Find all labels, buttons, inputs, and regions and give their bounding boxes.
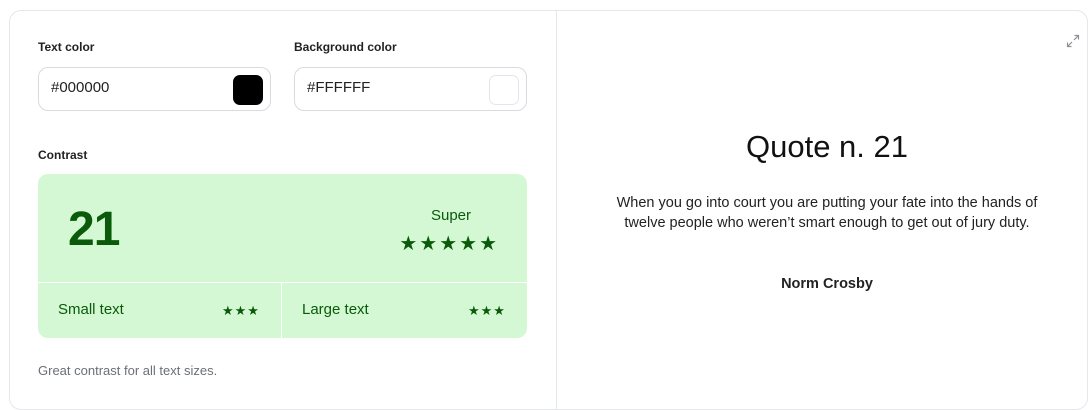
quote-title: Quote n. 21 [745, 129, 908, 164]
background-color-field[interactable] [294, 67, 527, 111]
panel-divider-vertical [281, 282, 282, 338]
contrast-ratio: 21 [68, 203, 120, 256]
background-color-label: Background color [294, 40, 397, 54]
quote-author: Norm Crosby [781, 276, 873, 292]
contrast-result-panel: 21 Super ★★★★★ Small text ★★★ Large text… [38, 174, 527, 338]
small-text-stars: ★★★ [222, 303, 260, 318]
text-color-label: Text color [38, 40, 95, 54]
contrast-checker-card: Text color Background color Contrast 21 … [9, 10, 1088, 410]
background-color-swatch[interactable] [489, 75, 519, 105]
contrast-rating: Super [430, 207, 471, 224]
large-text-stars: ★★★ [468, 303, 506, 318]
rating-stars: ★★★★★ [399, 233, 499, 255]
background-color-input[interactable] [307, 79, 457, 96]
quote-text: When you go into court you are putting y… [616, 195, 1038, 231]
contrast-label: Contrast [38, 148, 88, 162]
panel-separator [556, 11, 557, 409]
large-text-label: Large text [302, 301, 369, 318]
text-color-field[interactable] [38, 67, 271, 111]
contrast-description: Great contrast for all text sizes. [38, 363, 218, 378]
text-color-input[interactable] [51, 79, 201, 96]
text-color-swatch[interactable] [233, 75, 263, 105]
small-text-label: Small text [58, 301, 124, 318]
panel-divider [38, 282, 527, 283]
expand-icon[interactable] [1065, 33, 1081, 49]
